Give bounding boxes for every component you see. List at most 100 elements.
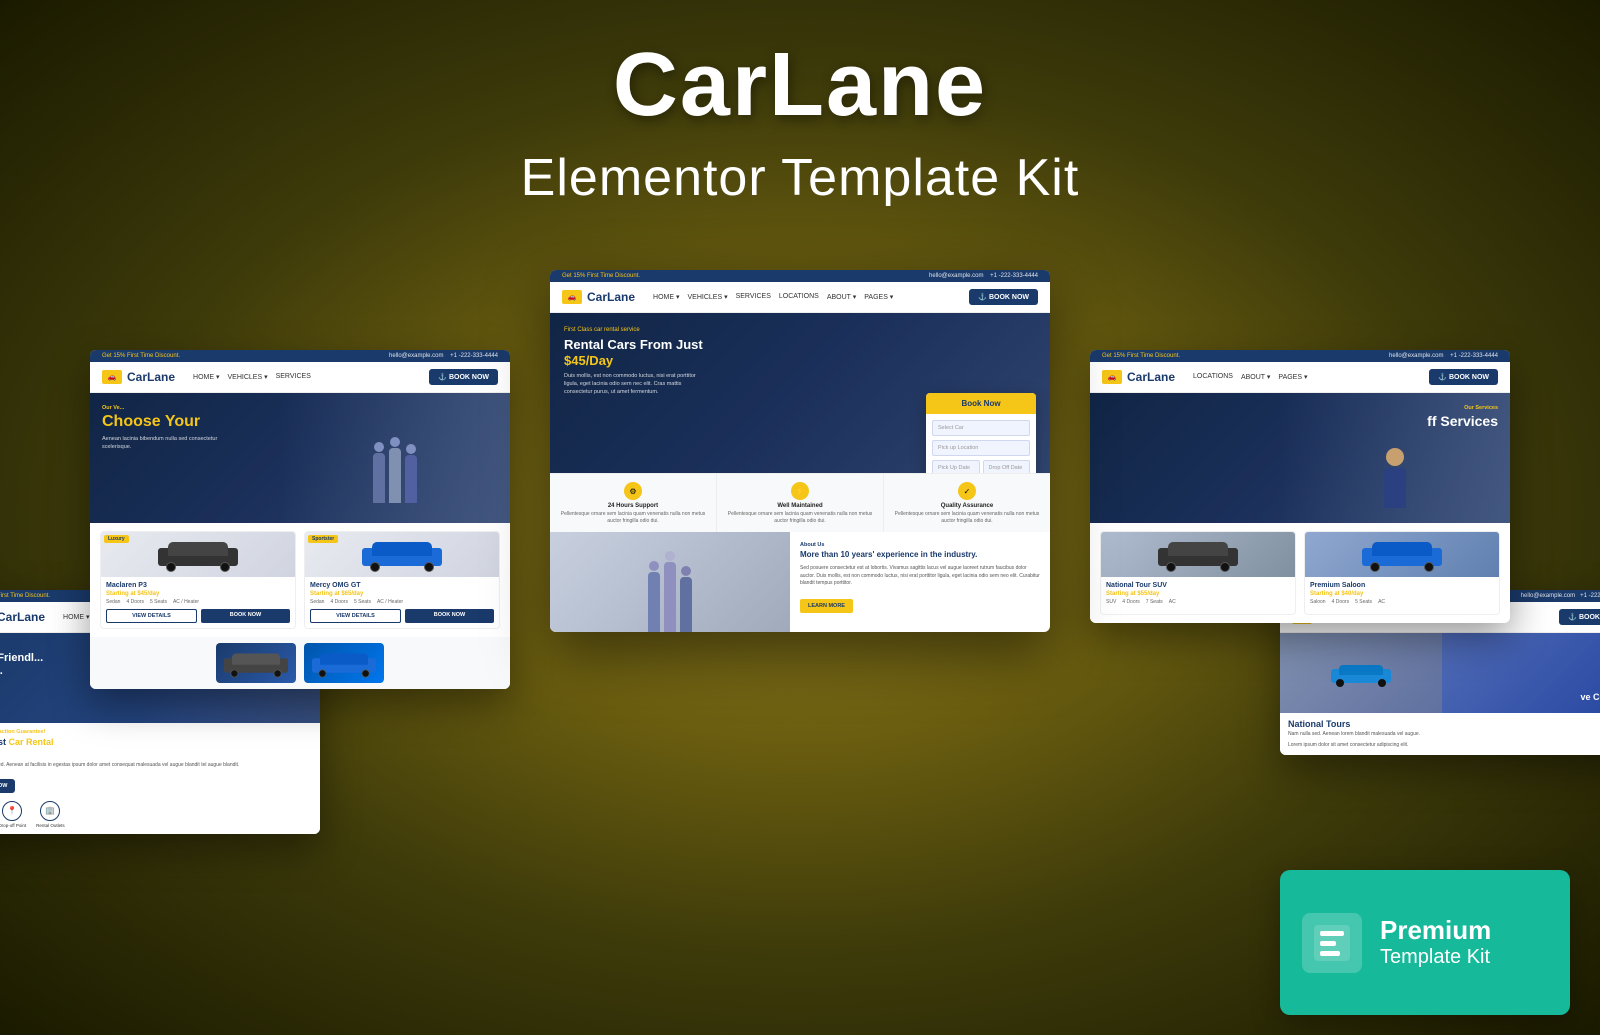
left-book-now-2[interactable]: BOOK NOW bbox=[405, 609, 494, 623]
br-section-title: National Tours bbox=[1288, 719, 1600, 729]
quality-icon: ✓ bbox=[958, 482, 976, 500]
main-nav-home[interactable]: HOME ▾ bbox=[653, 293, 679, 301]
main-navbar: 🚗 CarLane HOME ▾ VEHICLES ▾ SERVICES LOC… bbox=[550, 282, 1050, 313]
feature-support: ⚙ 24 Hours Support Pellentesque ornare s… bbox=[550, 474, 717, 532]
main-nav-cta[interactable]: ⚓ BOOK NOW bbox=[969, 289, 1038, 305]
main-topbar-discount: Get 15% First Time Discount. bbox=[562, 273, 640, 279]
right-car-price-1: Starting at $55/day bbox=[1106, 591, 1290, 597]
right-cars-grid: National Tour SUV Starting at $55/day SU… bbox=[1100, 531, 1500, 615]
feature-maintained: ⚡ Well Maintained Pellentesque ornare se… bbox=[717, 474, 884, 532]
br-coverage-text: ve Coverage bbox=[1580, 692, 1600, 703]
elementor-logo-svg bbox=[1310, 921, 1354, 965]
right-nav-logo: 🚗 CarLane bbox=[1102, 370, 1175, 384]
about-label: About Us bbox=[800, 542, 1040, 548]
right-hero-content: Our Services ff Services bbox=[1090, 393, 1510, 441]
left-nav-services[interactable]: SERVICES bbox=[276, 373, 311, 381]
maintained-title: Well Maintained bbox=[723, 503, 877, 509]
right-screen: Get 15% First Time Discount. hello@examp… bbox=[1090, 350, 1510, 623]
about-title: More than 10 years' experience in the in… bbox=[800, 550, 1040, 560]
bl-book-btn[interactable]: BOOK NOW bbox=[0, 779, 15, 793]
right-nav-locations[interactable]: LOCATIONS bbox=[1193, 373, 1233, 381]
booking-select-car[interactable]: Select Car bbox=[932, 420, 1030, 436]
left-car-name-2: Mercy OMG GT bbox=[310, 582, 494, 589]
main-nav-about[interactable]: ABOUT ▾ bbox=[827, 293, 856, 301]
left-car-art-1 bbox=[158, 537, 238, 572]
left-view-details-1[interactable]: VIEW DETAILS bbox=[106, 609, 197, 623]
left-car-actions-2: VIEW DETAILS BOOK NOW bbox=[310, 609, 494, 623]
main-nav-logo: 🚗 CarLane bbox=[562, 290, 635, 304]
right-navbar: 🚗 CarLane LOCATIONS ABOUT ▾ PAGES ▾ ⚓ BO… bbox=[1090, 362, 1510, 393]
right-nav-cta[interactable]: ⚓ BOOK NOW bbox=[1429, 369, 1498, 385]
left-car-name-1: Maclaren P3 bbox=[106, 582, 290, 589]
br-img-right: ve Coverage bbox=[1442, 633, 1600, 713]
left-nav-cta[interactable]: ⚓ BOOK NOW bbox=[429, 369, 498, 385]
br-nav-cta[interactable]: ⚓ BOOK NOW bbox=[1559, 609, 1600, 625]
maintained-desc: Pellentesque ornare sem lacinia quam ven… bbox=[723, 511, 877, 524]
left-logo-icon: 🚗 bbox=[102, 370, 122, 384]
br-topbar-contact: hello@example.com +1 -222-333-4444 bbox=[1521, 593, 1600, 599]
right-car-body-2: Premium Saloon Starting at $40/day Saloo… bbox=[1305, 577, 1499, 614]
left-nav-home[interactable]: HOME ▾ bbox=[193, 373, 219, 381]
bl-nav-home[interactable]: HOME ▾ bbox=[63, 613, 89, 621]
quality-title: Quality Assurance bbox=[890, 503, 1044, 509]
about-image bbox=[550, 532, 790, 632]
bl-bottom-content: 100% Satisfaction Guarantee! The Best Ca… bbox=[0, 723, 320, 834]
premium-text-block: Premium Template Kit bbox=[1380, 916, 1491, 969]
main-screen: Get 15% First Time Discount. hello@examp… bbox=[550, 270, 1050, 632]
main-about-section: About Us More than 10 years' experience … bbox=[550, 532, 1050, 632]
left-mini-art-2 bbox=[312, 649, 376, 677]
left-topbar-discount: Get 15% First Time Discount. bbox=[102, 353, 180, 359]
br-bottom-content: National Tours Nam nulla sed. Aenean lor… bbox=[1280, 713, 1600, 755]
main-nav-locations[interactable]: LOCATIONS bbox=[779, 293, 819, 301]
right-nav-pages[interactable]: PAGES ▾ bbox=[1278, 373, 1307, 381]
left-car-body-2: Mercy OMG GT Starting at $65/day Sedan4 … bbox=[305, 577, 499, 628]
booking-pickup-location[interactable]: Pick up Location bbox=[932, 440, 1030, 456]
main-hero-desc: Duis mollis, est non commodo luctus, nis… bbox=[564, 373, 704, 396]
right-car-specs-2: Saloon4 Doors5 SeatsAC bbox=[1310, 599, 1494, 605]
main-nav-vehicles[interactable]: VEHICLES ▾ bbox=[688, 293, 728, 301]
left-mini-art-1 bbox=[224, 649, 288, 677]
right-nav-links: LOCATIONS ABOUT ▾ PAGES ▾ bbox=[1193, 373, 1307, 381]
left-book-now-1[interactable]: BOOK NOW bbox=[201, 609, 290, 623]
br-top-images: ve Coverage bbox=[1280, 633, 1600, 713]
booking-widget: Book Now Select Car Pick up Location Pic… bbox=[926, 393, 1036, 473]
left-hero-desc: Aenean lacinia bibendum nulla sed consec… bbox=[102, 436, 242, 451]
left-hero-section: Our Ve... Choose Your Aenean lacinia bib… bbox=[90, 393, 510, 523]
support-desc: Pellentesque ornare sem lacinia quam ven… bbox=[556, 511, 710, 524]
booking-pickup-date[interactable]: Pick Up Date bbox=[932, 460, 980, 473]
right-car-price-2: Starting at $40/day bbox=[1310, 591, 1494, 597]
left-screen: Get 15% First Time Discount. hello@examp… bbox=[90, 350, 510, 689]
bl-logo-text: CarLane bbox=[0, 610, 45, 624]
main-hero-heading: Rental Cars From Just $45/Day bbox=[564, 337, 1036, 368]
app-title: CarLane bbox=[0, 40, 1600, 130]
right-car-name-2: Premium Saloon bbox=[1310, 582, 1494, 589]
rental-icon: 🏢 bbox=[40, 801, 60, 821]
booking-dropoff-date[interactable]: Drop Off Date bbox=[983, 460, 1031, 473]
right-nav-about[interactable]: ABOUT ▾ bbox=[1241, 373, 1270, 381]
main-logo-icon: 🚗 bbox=[562, 290, 582, 304]
bl-text: Lorem nulla sed. Aenean at facilisis in … bbox=[0, 762, 312, 769]
bl-topbar-left: Get 15% First Time Discount. bbox=[0, 593, 50, 599]
right-topbar: Get 15% First Time Discount. hello@examp… bbox=[1090, 350, 1510, 362]
right-driver-body bbox=[1384, 468, 1406, 508]
left-car-body-1: Maclaren P3 Starting at $45/day Sedan4 D… bbox=[101, 577, 295, 628]
main-nav-pages[interactable]: PAGES ▾ bbox=[864, 293, 893, 301]
left-view-details-2[interactable]: VIEW DETAILS bbox=[310, 609, 401, 623]
premium-badge: Premium Template Kit bbox=[1280, 870, 1570, 1015]
left-car-price-2: Starting at $65/day bbox=[310, 591, 494, 597]
main-topbar: Get 15% First Time Discount. hello@examp… bbox=[550, 270, 1050, 282]
booking-header: Book Now bbox=[926, 393, 1036, 414]
premium-title: Premium bbox=[1380, 916, 1491, 945]
feature-quality: ✓ Quality Assurance Pellentesque ornare … bbox=[884, 474, 1050, 532]
right-subtitle: Our Services bbox=[1102, 405, 1498, 411]
rental-label: Rental Outlets bbox=[36, 823, 65, 828]
quality-desc: Pellentesque ornare sem lacinia quam ven… bbox=[890, 511, 1044, 524]
left-car-img-2: Sportster bbox=[305, 532, 499, 577]
left-car-card-1: Luxury Maclaren P3 Starting at $45/day S… bbox=[100, 531, 296, 629]
left-nav-vehicles[interactable]: VEHICLES ▾ bbox=[228, 373, 268, 381]
main-nav-services[interactable]: SERVICES bbox=[736, 293, 771, 301]
about-learn-more-btn[interactable]: LEARN MORE bbox=[800, 599, 853, 613]
main-hero-section: First Class car rental service Rental Ca… bbox=[550, 313, 1050, 473]
main-hero-tag: First Class car rental service bbox=[564, 327, 1036, 333]
right-car-1: National Tour SUV Starting at $55/day SU… bbox=[1100, 531, 1296, 615]
